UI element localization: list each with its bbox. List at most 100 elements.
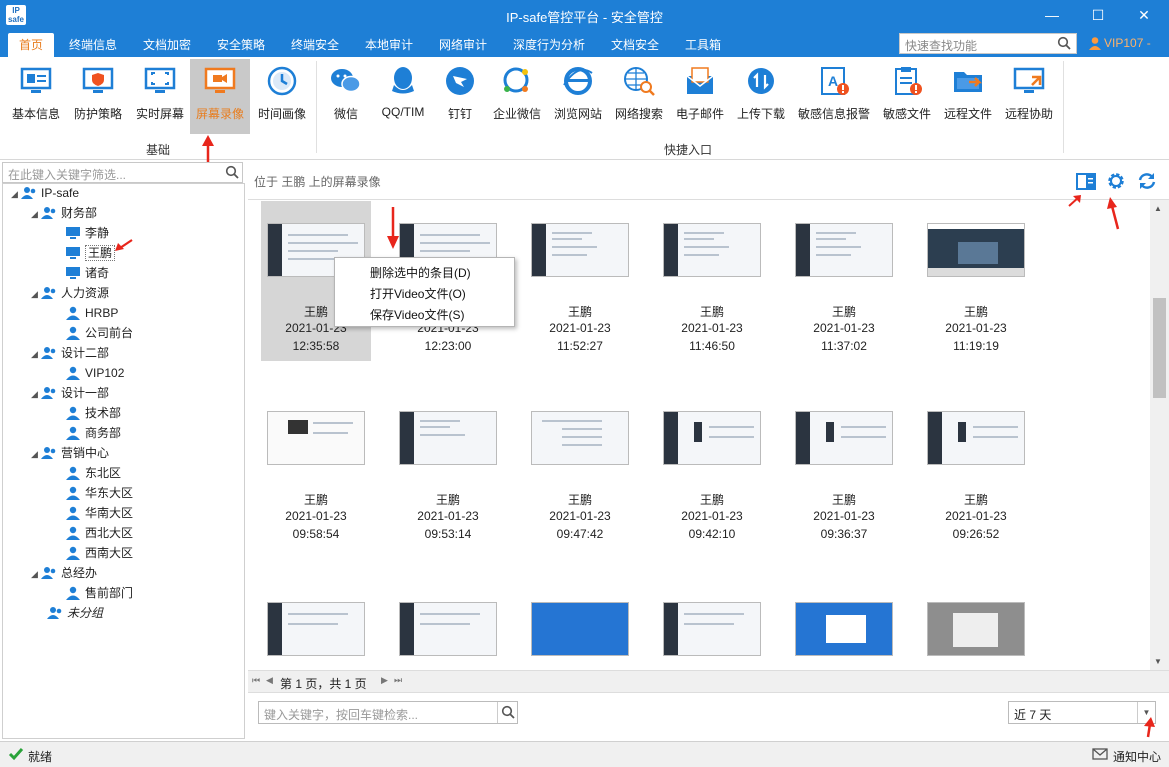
refresh-icon[interactable] (1137, 171, 1157, 191)
time-range-select[interactable]: 近 7 天 ▼ (1008, 701, 1156, 724)
tree-node-user[interactable]: 商务部 (65, 424, 121, 442)
sensitive-alert-button[interactable]: A 敏感信息报警 (796, 59, 872, 134)
tree-node-user[interactable]: 华南大区 (65, 504, 133, 522)
prev-page-icon[interactable]: ◀ (266, 675, 273, 686)
tree-node-user[interactable]: 东北区 (65, 464, 121, 482)
browse-web-button[interactable]: 浏览网站 (547, 59, 609, 134)
tree-node-dept[interactable]: ◢ 设计一部 (31, 384, 109, 402)
user-menu[interactable]: VIP107 - (1088, 36, 1151, 50)
recording-tile[interactable]: 王鹏 2021-01-23 11:19:19 (921, 201, 1031, 361)
recording-tile[interactable]: 王鹏 2021-01-23 11:37:02 (789, 201, 899, 361)
tree-node-user[interactable]: 技术部 (65, 404, 121, 422)
first-page-icon[interactable]: ⏮ (252, 675, 260, 686)
context-open-video-item[interactable]: 打开Video文件(O) (370, 285, 466, 302)
collapse-arrow-icon[interactable]: ◢ (31, 385, 41, 403)
collapse-arrow-icon[interactable]: ◢ (31, 565, 41, 583)
tree-node-dept[interactable]: ◢ 设计二部 (31, 344, 109, 362)
user-icon (66, 506, 80, 520)
keyword-search-input[interactable]: 键入关键字，按回车键检索... (258, 701, 518, 724)
recording-tile[interactable] (789, 580, 899, 670)
vertical-scrollbar[interactable]: ▲ ▼ (1150, 200, 1169, 670)
recording-tile[interactable]: 王鹏 2021-01-23 09:26:52 (921, 389, 1031, 549)
recording-tile[interactable]: 王鹏 2021-01-23 09:47:42 (525, 389, 635, 549)
collapse-arrow-icon[interactable]: ◢ (31, 445, 41, 463)
quick-search-input[interactable]: 快速查找功能 (899, 33, 1077, 54)
time-profile-button[interactable]: 时间画像 (251, 59, 313, 134)
tree-node-terminal-selected[interactable]: 王鹏 (65, 244, 116, 262)
tab-doc-encrypt[interactable]: 文档加密 (136, 33, 198, 57)
sensitive-file-button[interactable]: 敏感文件 (876, 59, 938, 134)
tree-node-user[interactable]: 售前部门 (65, 584, 133, 602)
tree-node-dept[interactable]: ◢ 人力资源 (31, 284, 109, 302)
recording-tile[interactable] (657, 580, 767, 670)
tree-node-terminal[interactable]: 诸奇 (65, 264, 109, 282)
last-page-icon[interactable]: ⏭ (394, 675, 402, 686)
recording-tile[interactable]: 王鹏 2021-01-23 11:52:27 (525, 201, 635, 361)
mail-icon[interactable] (1092, 746, 1108, 762)
tab-doc-security[interactable]: 文档安全 (604, 33, 666, 57)
search-icon[interactable] (1057, 36, 1071, 50)
recording-tile[interactable] (393, 580, 503, 670)
tree-node-dept[interactable]: ◢ 总经办 (31, 564, 97, 582)
collapse-arrow-icon[interactable]: ◢ (31, 285, 41, 303)
close-button[interactable]: ✕ (1121, 0, 1167, 30)
dingtalk-button[interactable]: 钉钉 (429, 59, 491, 134)
remote-file-button[interactable]: 远程文件 (937, 59, 999, 134)
search-icon[interactable] (501, 705, 515, 719)
recording-tile[interactable] (525, 580, 635, 670)
tree-node-user[interactable]: 华东大区 (65, 484, 133, 502)
upload-download-button[interactable]: 上传下载 (730, 59, 792, 134)
gear-icon[interactable] (1106, 171, 1126, 191)
tree-node-user[interactable]: 西北大区 (65, 524, 133, 542)
live-screen-button[interactable]: 实时屏幕 (129, 59, 191, 134)
tree-node-user[interactable]: HRBP (65, 304, 118, 322)
recording-tile[interactable]: 王鹏 2021-01-23 11:46:50 (657, 201, 767, 361)
tab-network-audit[interactable]: 网络审计 (432, 33, 494, 57)
tree-node-user[interactable]: 公司前台 (65, 324, 133, 342)
tree-node-ip-safe[interactable]: ◢ IP-safe (11, 184, 79, 202)
scrollbar-thumb[interactable] (1153, 298, 1166, 398)
tree-node-dept[interactable]: ◢ 营销中心 (31, 444, 109, 462)
context-delete-item[interactable]: 删除选中的条目(D) (370, 264, 471, 281)
tab-terminal-security[interactable]: 终端安全 (284, 33, 346, 57)
tree-node-terminal[interactable]: 李静 (65, 224, 109, 242)
collapse-arrow-icon[interactable]: ◢ (31, 345, 41, 363)
tree-node-ungrouped[interactable]: 未分组 (47, 604, 103, 622)
recording-tile[interactable]: 王鹏 2021-01-23 09:36:37 (789, 389, 899, 549)
tab-local-audit[interactable]: 本地审计 (358, 33, 420, 57)
recording-tile[interactable]: 王鹏 2021-01-23 09:53:14 (393, 389, 503, 549)
tab-security-policy[interactable]: 安全策略 (210, 33, 272, 57)
qq-tim-button[interactable]: QQ/TIM (372, 59, 434, 134)
tab-toolbox[interactable]: 工具箱 (678, 33, 728, 57)
panel-toggle-icon[interactable] (1076, 171, 1096, 191)
search-icon[interactable] (225, 165, 239, 179)
recording-tile[interactable] (261, 580, 371, 670)
email-button[interactable]: 电子邮件 (669, 59, 731, 134)
next-page-icon[interactable]: ▶ (381, 675, 388, 686)
tab-behavior-analysis[interactable]: 深度行为分析 (506, 33, 592, 57)
tree-node-user[interactable]: VIP102 (65, 364, 124, 382)
recording-tile[interactable]: 王鹏 2021-01-23 09:58:54 (261, 389, 371, 549)
collapse-arrow-icon[interactable]: ◢ (31, 205, 41, 223)
notification-center[interactable]: 通知中心 (1113, 748, 1161, 765)
collapse-arrow-icon[interactable]: ◢ (11, 185, 21, 203)
recording-tile[interactable] (921, 580, 1031, 670)
scroll-down-icon[interactable]: ▼ (1154, 657, 1162, 666)
tab-home[interactable]: 首页 (8, 33, 54, 57)
wechat-button[interactable]: 微信 (315, 59, 377, 134)
context-save-video-item[interactable]: 保存Video文件(S) (370, 306, 464, 323)
tree-filter-input[interactable]: 在此键入关键字筛选... (2, 162, 243, 183)
tree-node-user[interactable]: 西南大区 (65, 544, 133, 562)
minimize-button[interactable]: — (1029, 0, 1075, 30)
tree-node-dept[interactable]: ◢ 财务部 (31, 204, 97, 222)
screen-recording-button[interactable]: 屏幕录像 (190, 59, 250, 134)
protection-policy-button[interactable]: 防护策略 (67, 59, 129, 134)
tab-terminal-info[interactable]: 终端信息 (62, 33, 124, 57)
scroll-up-icon[interactable]: ▲ (1154, 204, 1162, 213)
web-search-button[interactable]: 网络搜索 (608, 59, 670, 134)
work-wechat-button[interactable]: 企业微信 (486, 59, 548, 134)
recording-tile[interactable]: 王鹏 2021-01-23 09:42:10 (657, 389, 767, 549)
basic-info-button[interactable]: 基本信息 (5, 59, 67, 134)
remote-assist-button[interactable]: 远程协助 (998, 59, 1060, 134)
maximize-button[interactable]: ☐ (1075, 0, 1121, 30)
